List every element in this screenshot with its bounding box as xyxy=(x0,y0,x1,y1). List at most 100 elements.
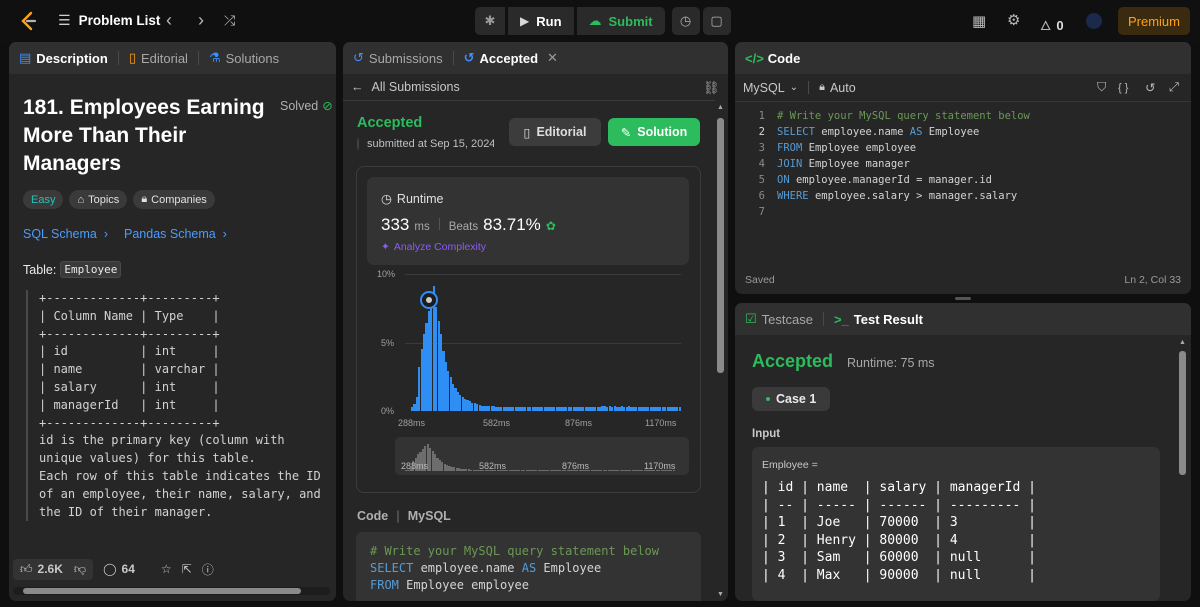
your-submission-marker[interactable] xyxy=(419,290,438,309)
solution-label: Solution xyxy=(637,125,688,139)
code-area[interactable]: 1 2 3 4 5 6 7 # Write your MySQL query stateme… xyxy=(735,108,1191,258)
sparkle-icon: ✦ xyxy=(381,241,390,253)
premium-button[interactable]: Premium xyxy=(1118,7,1190,35)
sql-schema-link[interactable]: SQL Schema › xyxy=(23,227,108,241)
vertical-scrollbar[interactable]: ▲ xyxy=(1179,339,1186,593)
scrollbar-thumb[interactable] xyxy=(23,588,301,594)
timer-button[interactable]: ◷ xyxy=(671,7,700,35)
run-button[interactable]: ▶ Run xyxy=(508,7,574,35)
editor-header: </> Code xyxy=(735,42,1191,74)
document-icon: ▤ xyxy=(19,50,32,65)
tab-divider xyxy=(197,51,199,65)
settings-gear-icon[interactable]: ⚙ xyxy=(1007,11,1020,29)
scroll-down-icon[interactable]: ▼ xyxy=(717,591,724,598)
horizontal-scrollbar[interactable] xyxy=(13,587,330,595)
star-icon[interactable]: ☆ xyxy=(161,562,172,576)
code-line[interactable]: SELECT employee.name AS Employee xyxy=(777,124,1030,140)
topics-badge[interactable]: ⌂ Topics xyxy=(69,190,128,209)
code-line[interactable]: ON employee.managerId = manager.id xyxy=(777,172,1030,188)
code-line[interactable]: # Write your MySQL query statement below xyxy=(777,108,1030,124)
streak-count: 0 xyxy=(1056,17,1064,33)
description-footer: 👍︎ 2.6K 👎︎ ◯ 64 ☆ ⇱ ⓘ xyxy=(13,558,332,580)
x-tick-label: 582ms xyxy=(483,418,511,428)
code-line[interactable]: JOIN Employee manager xyxy=(777,156,1030,172)
tab-divider xyxy=(822,312,824,326)
all-submissions-link[interactable]: ← All Submissions xyxy=(351,80,460,94)
book-icon: ▯ xyxy=(128,50,136,65)
cursor-position: Ln 2, Col 33 xyxy=(1124,274,1181,286)
schema-links: SQL Schema › Pandas Schema › xyxy=(23,227,227,241)
auto-mode[interactable]: 🔒︎ Auto xyxy=(819,81,856,95)
tab-test-result[interactable]: >_ Test Result xyxy=(834,312,923,327)
thumbs-down-icon[interactable]: 👎︎ xyxy=(74,562,86,577)
book-icon: ▯ xyxy=(523,125,531,140)
leetcode-logo-icon[interactable] xyxy=(18,10,40,32)
resize-handle[interactable] xyxy=(955,297,971,300)
tab-solutions[interactable]: ⚗ Solutions xyxy=(209,50,279,66)
language-value: MySQL xyxy=(743,80,785,95)
pandas-schema-link[interactable]: Pandas Schema › xyxy=(124,227,227,241)
code-line[interactable] xyxy=(777,204,1030,220)
range-tick-label: 582ms xyxy=(479,461,507,471)
tab-accepted[interactable]: ↺ Accepted ✕ xyxy=(464,50,558,66)
problem-title: 181. Employees Earning More Than Their M… xyxy=(23,96,265,175)
tab-description[interactable]: ▤ Description xyxy=(19,50,108,66)
histogram-bar[interactable] xyxy=(678,406,681,411)
streak-counter[interactable]: 🜂 0 xyxy=(1040,12,1064,38)
lock-icon: 🔒︎ xyxy=(819,81,825,93)
pass-dot-icon xyxy=(766,397,770,401)
companies-badge[interactable]: 🔒︎ Companies xyxy=(133,190,215,209)
notes-button[interactable]: ▢ xyxy=(702,7,731,35)
histogram-bars[interactable] xyxy=(411,274,681,411)
debug-button[interactable]: ✱ xyxy=(475,7,505,35)
code-line[interactable]: FROM Employee employee xyxy=(777,140,1030,156)
next-problem-icon[interactable]: › xyxy=(198,10,204,31)
layout-grid-icon[interactable]: ▦ xyxy=(972,12,986,30)
prev-problem-icon[interactable]: ‹ xyxy=(166,10,172,31)
expand-icon[interactable]: ⤢ xyxy=(1169,80,1179,95)
editor-toolbar: MySQL ⌄ 🔒︎ Auto ⛉ { } ↺ ⤢ xyxy=(735,74,1191,102)
shuffle-icon[interactable]: ⤮ xyxy=(224,12,235,29)
format-braces-icon[interactable]: { } xyxy=(1118,82,1128,94)
submit-button[interactable]: ☁ Submit xyxy=(576,7,665,35)
analyze-complexity-link[interactable]: ✦ Analyze Complexity xyxy=(381,241,486,253)
sql-schema-label: SQL Schema xyxy=(23,227,97,241)
y-tick-label: 10% xyxy=(377,269,396,279)
vertical-scrollbar[interactable]: ▲ ▼ xyxy=(717,104,724,598)
close-icon[interactable]: ✕ xyxy=(547,50,558,66)
bookmark-icon[interactable]: ⛉ xyxy=(1097,80,1106,95)
problem-list-button[interactable]: ☰ Problem List xyxy=(58,12,160,29)
schema-block: +-------------+---------+ | Column Name … xyxy=(26,290,321,522)
result-tabs: ☑ Testcase >_ Test Result xyxy=(735,303,1191,335)
range-selector[interactable]: 288ms 582ms 876ms 1170ms xyxy=(395,437,689,475)
editorial-button[interactable]: ▯ Editorial xyxy=(509,118,601,146)
scroll-up-icon[interactable]: ▲ xyxy=(1179,339,1186,346)
language-select[interactable]: MySQL ⌄ xyxy=(743,81,798,95)
scroll-up-icon[interactable]: ▲ xyxy=(717,104,724,111)
companies-label: Companies xyxy=(151,193,207,206)
tab-testcase[interactable]: ☑ Testcase xyxy=(745,311,813,327)
solution-button[interactable]: ✎ Solution xyxy=(608,118,700,146)
help-icon[interactable]: ⓘ xyxy=(202,561,214,578)
code-line[interactable]: WHERE employee.salary > manager.salary xyxy=(777,188,1030,204)
range-preview-bars xyxy=(405,441,681,471)
scrollbar-thumb[interactable] xyxy=(1179,351,1186,475)
tab-editorial[interactable]: ▯ Editorial xyxy=(129,50,188,66)
link-icon[interactable]: ⛓ xyxy=(703,80,720,96)
tab-submissions[interactable]: ↺ Submissions xyxy=(353,50,443,66)
avatar[interactable] xyxy=(1086,13,1102,29)
code-lines[interactable]: # Write your MySQL query statement below… xyxy=(777,108,1030,220)
tag-icon: ⌂ xyxy=(77,193,85,206)
reset-icon[interactable]: ↺ xyxy=(1145,80,1155,95)
comments-button[interactable]: ◯ 64 xyxy=(103,562,135,576)
share-icon[interactable]: ⇱ xyxy=(182,562,192,576)
case-tab[interactable]: Case 1 xyxy=(752,387,831,411)
like-button[interactable]: 👍︎ 2.6K 👎︎ xyxy=(13,558,94,580)
scrollbar-thumb[interactable] xyxy=(717,118,724,373)
analyze-label: Analyze Complexity xyxy=(393,241,487,253)
divider xyxy=(438,218,440,230)
tab-submissions-label: Submissions xyxy=(368,50,443,66)
result-runtime: Runtime: 75 ms xyxy=(847,356,935,370)
line-number: 3 xyxy=(758,142,765,154)
clock-icon: ◷ xyxy=(381,192,392,206)
